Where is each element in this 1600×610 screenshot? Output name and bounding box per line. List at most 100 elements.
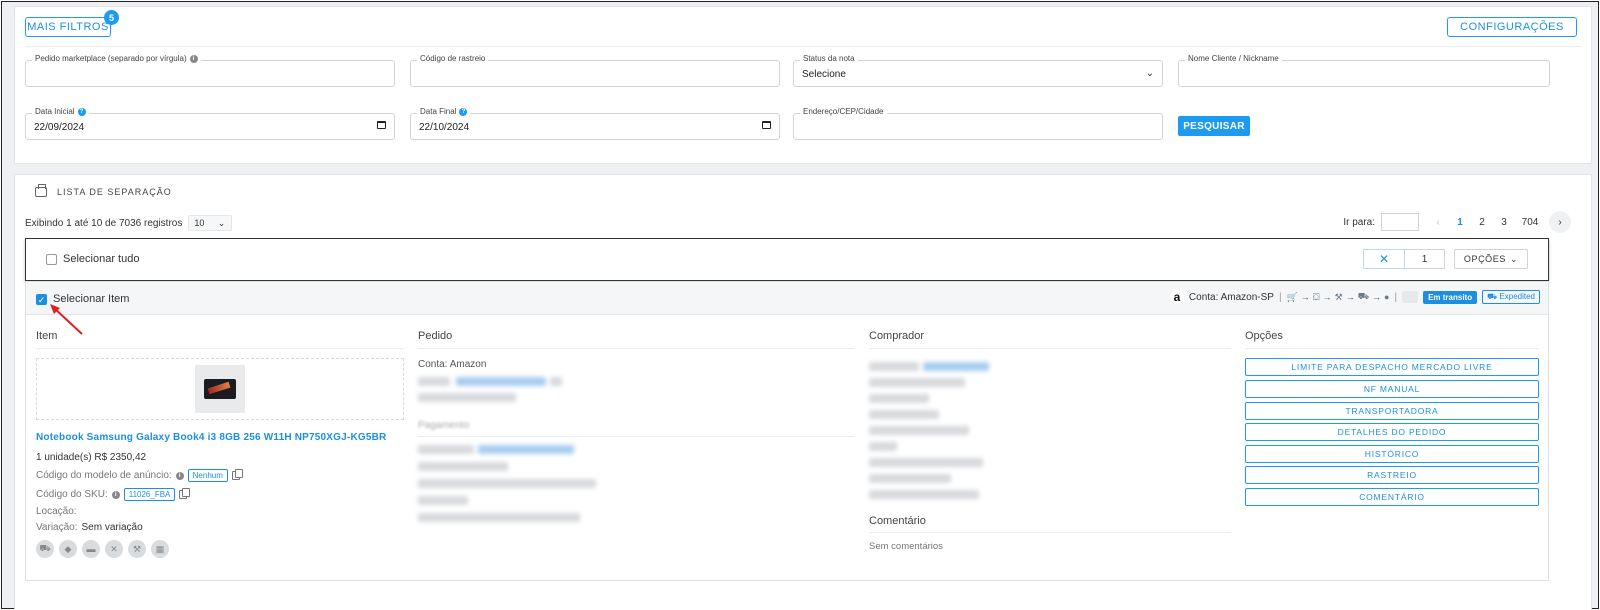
more-filters-label: MAIS FILTROS (27, 21, 109, 33)
quantity-input[interactable]: 1 (1405, 249, 1445, 269)
more-filters-button[interactable]: MAIS FILTROS (25, 17, 111, 37)
per-page-value: 10 (194, 218, 205, 228)
page-link[interactable]: 3 (1493, 212, 1515, 232)
redacted-text (418, 445, 474, 454)
calendar-icon[interactable] (377, 121, 386, 132)
chevron-down-icon: ⌄ (217, 217, 226, 228)
history-button[interactable]: HISTÓRICO (1245, 445, 1539, 463)
variation-row: Variação: Sem variação (36, 522, 143, 533)
data-inicial-field[interactable]: Data Inicial? 22/09/2024 (25, 107, 395, 140)
variation-value: Sem variação (81, 522, 143, 533)
redacted-text (550, 377, 562, 386)
redacted-text (869, 362, 919, 371)
select-all-checkbox[interactable] (46, 253, 57, 265)
dolly-icon: ⚒ (1334, 291, 1343, 302)
status-badge: Em transito (1423, 290, 1478, 304)
field-label: Código de rastreio (417, 54, 489, 63)
chevron-down-icon: ⌄ (1509, 253, 1519, 264)
data-final-field[interactable]: Data Final? 22/10/2024 (410, 107, 780, 140)
shipping-limit-button[interactable]: LIMITE PARA DESPACHO MERCADO LIVRE (1245, 358, 1539, 376)
nome-cliente-field[interactable]: Nome Cliente / Nickname (1178, 54, 1550, 87)
status-nota-value: Selecione (802, 69, 846, 80)
redacted-text (869, 410, 939, 419)
payment-heading: Pagamento (418, 420, 470, 431)
comment-text: Sem comentários (869, 541, 943, 552)
item-action-icons: ⛟ ◆ ▬ ✕ ⚒ ▦ (36, 540, 169, 558)
copy-icon[interactable] (179, 488, 191, 499)
calendar-icon[interactable]: ▦ (151, 540, 169, 558)
select-all[interactable]: Selecionar tudo (46, 253, 139, 265)
sku-row: Código do SKU: i 11026_FBA (36, 488, 191, 501)
endereco-field[interactable]: Endereço/CEP/Cidade (793, 107, 1163, 140)
divider (1245, 348, 1539, 349)
product-image[interactable] (195, 365, 245, 413)
quantity-control: ✕ 1 (1363, 249, 1445, 269)
page-link[interactable]: 1 (1449, 212, 1471, 232)
clear-icon[interactable]: ✕ (1363, 249, 1405, 269)
truck-icon: ⛟ (1357, 291, 1370, 301)
divider (418, 436, 854, 437)
tracking-button[interactable]: RASTREIO (1245, 466, 1539, 484)
goto-label: Ir para: (1343, 216, 1375, 228)
gavel-icon[interactable]: ⚒ (128, 540, 146, 558)
options-label: OPÇÕES (1463, 254, 1506, 264)
carrier-button[interactable]: TRANSPORTADORA (1245, 402, 1539, 420)
app-frame: MAIS FILTROS 5 CONFIGURAÇÕES Pedido mark… (1, 1, 1599, 610)
tag-icon[interactable]: ◆ (59, 540, 77, 558)
comment-title: Comentário (869, 515, 926, 527)
sku-chip: 11026_FBA (123, 488, 176, 501)
copy-icon[interactable] (231, 469, 243, 480)
redacted-text (869, 442, 897, 451)
comment-button[interactable]: COMENTÁRIO (1245, 488, 1539, 506)
credit-card-icon[interactable]: ▬ (82, 540, 100, 558)
close-icon[interactable]: ✕ (105, 540, 123, 558)
help-icon: ? (77, 107, 86, 116)
account-label: Conta: Amazon-SP (1188, 291, 1274, 303)
variation-label: Variação: (36, 522, 78, 533)
printer-icon[interactable] (35, 184, 47, 197)
redacted-text (869, 474, 951, 483)
field-label: Status da nota (800, 54, 858, 63)
redacted-text (478, 445, 574, 454)
redacted-text (923, 362, 989, 371)
options-dropdown-button[interactable]: OPÇÕES ⌄ (1454, 249, 1528, 269)
buyer-column-title: Comprador (869, 330, 925, 342)
settings-button[interactable]: CONFIGURAÇÕES (1447, 17, 1577, 37)
order-details-button[interactable]: DETALHES DO PEDIDO (1245, 423, 1539, 441)
status-nota-select[interactable]: Status da nota Selecione ⌄ (793, 54, 1163, 87)
picking-list-panel: LISTA DE SEPARAÇÃO Exibindo 1 até 10 de … (14, 174, 1592, 610)
redacted-text (418, 479, 596, 488)
order-column-title: Pedido (418, 330, 453, 342)
codigo-rastreio-field[interactable]: Código de rastreio (410, 54, 780, 87)
next-page-icon[interactable]: › (1549, 211, 1571, 233)
prev-page-icon[interactable]: ‹ (1427, 212, 1449, 232)
manual-invoice-button[interactable]: NF MANUAL (1245, 380, 1539, 398)
truck-icon[interactable]: ⛟ (36, 540, 54, 558)
per-page-select[interactable]: 10 ⌄ (188, 215, 233, 231)
field-label: Endereço/CEP/Cidade (800, 107, 887, 116)
filters-count-badge: 5 (104, 10, 119, 25)
chevron-down-icon: ⌄ (1145, 68, 1154, 79)
page-link[interactable]: 704 (1515, 212, 1545, 232)
redacted-text (869, 426, 969, 435)
redacted-text (418, 393, 516, 402)
settings-label: CONFIGURAÇÕES (1460, 21, 1564, 33)
order-status-area: a Conta: Amazon-SP | 🛒 → ⛋ → ⚒ → ⛟ → ● | Em … (1169, 290, 1540, 304)
data-inicial-value: 22/09/2024 (34, 122, 85, 133)
product-name-link[interactable]: Notebook Samsung Galaxy Book4 i3 8GB 256… (36, 432, 386, 443)
units-price: 1 unidade(s) R$ 2350,42 (36, 452, 147, 463)
page-link[interactable]: 2 (1471, 212, 1493, 232)
redacted-text (456, 377, 546, 386)
field-label: Data Final? (417, 107, 471, 116)
data-final-value: 22/10/2024 (419, 122, 470, 133)
goto-page-input[interactable] (1381, 213, 1419, 231)
location-label: Locação: (36, 506, 77, 517)
search-button[interactable]: PESQUISAR (1178, 116, 1250, 136)
field-label: Nome Cliente / Nickname (1185, 54, 1282, 63)
calendar-icon[interactable] (762, 121, 771, 132)
divider (25, 46, 1581, 47)
sku-label: Código do SKU: (36, 489, 108, 500)
order-flow: 🛒 → ⛋ → ⚒ → ⛟ → ● (1286, 291, 1390, 302)
product-image-box (36, 358, 404, 420)
pedido-marketplace-field[interactable]: Pedido marketplace (separado por vírgula… (25, 54, 395, 87)
